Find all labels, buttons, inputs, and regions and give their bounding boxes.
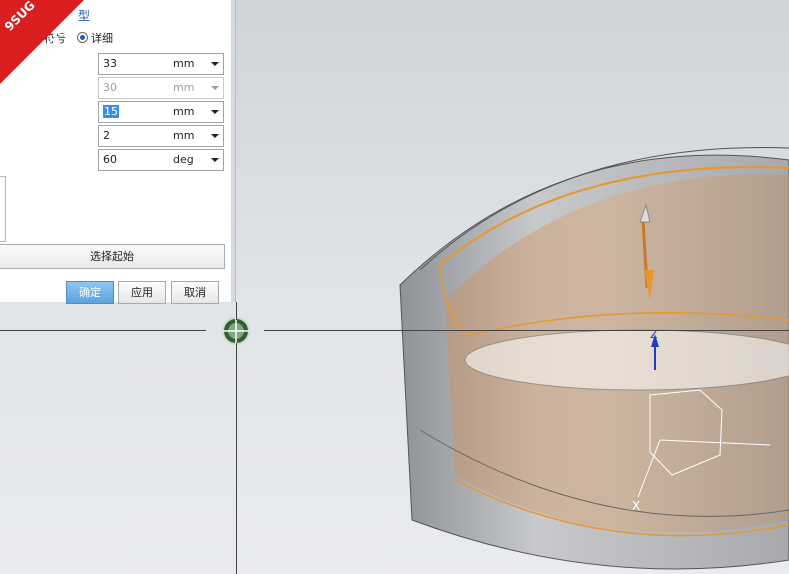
chevron-down-icon[interactable] (211, 110, 219, 114)
chevron-down-icon[interactable] (211, 158, 219, 162)
minor-diameter-field: 30 mm (98, 77, 224, 99)
field-value[interactable]: 60 (103, 153, 117, 166)
field-value[interactable]: 2 (103, 129, 110, 142)
field-unit[interactable]: mm (173, 105, 194, 118)
cancel-button[interactable]: 取消 (171, 281, 219, 304)
field-value[interactable]: 33 (103, 57, 117, 70)
select-start-button[interactable]: 选择起始 (0, 244, 225, 269)
selection-list[interactable] (0, 176, 6, 242)
ring-body[interactable] (399, 147, 789, 570)
triad-x-label: X (632, 499, 640, 513)
field-value[interactable]: 15 (103, 105, 119, 118)
angle-field[interactable]: 60 deg (98, 149, 224, 171)
chevron-down-icon[interactable] (211, 134, 219, 138)
major-diameter-field[interactable]: 33 mm (98, 53, 224, 75)
crosshair-line-right (264, 330, 789, 331)
field-unit[interactable]: mm (173, 129, 194, 142)
panel-splitter[interactable] (231, 0, 236, 302)
field-unit: mm (173, 81, 195, 94)
field-value: 30 (103, 81, 117, 94)
radio-detail-label[interactable]: 详细 (91, 32, 113, 45)
length-field[interactable]: 15 mm (98, 101, 224, 123)
crosshair-line-top (236, 302, 237, 320)
crosshair-line-left (0, 330, 206, 331)
watermark-badge: 9SUG 学UG就上UG网 (0, 0, 84, 84)
chevron-down-icon (211, 86, 219, 90)
chevron-down-icon[interactable] (211, 62, 219, 66)
ok-button[interactable]: 确定 (66, 281, 114, 304)
pitch-field[interactable]: 2 mm (98, 125, 224, 147)
field-unit[interactable]: deg (173, 153, 194, 166)
crosshair-icon[interactable] (222, 317, 250, 345)
crosshair-line-bottom (236, 343, 237, 574)
field-unit[interactable]: mm (173, 57, 194, 70)
apply-button[interactable]: 应用 (118, 281, 166, 304)
